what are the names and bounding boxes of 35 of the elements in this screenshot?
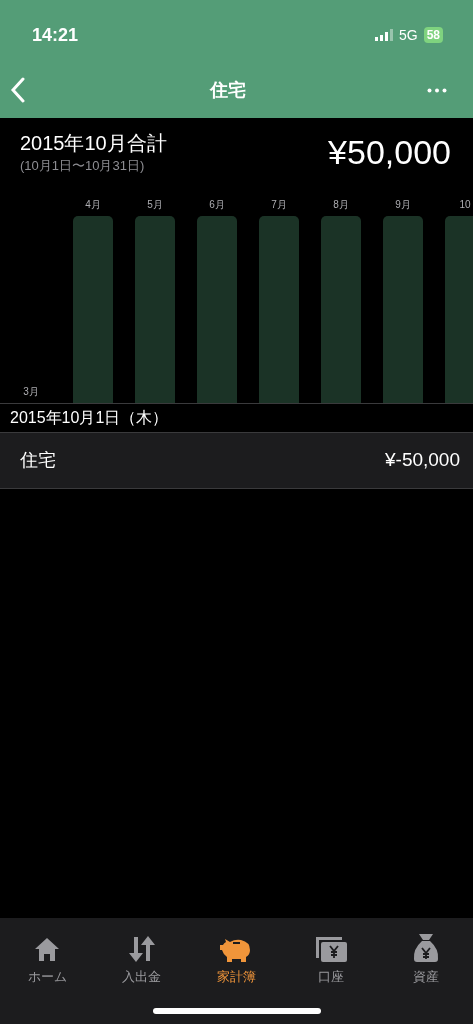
battery-indicator: 58	[423, 27, 443, 43]
month-bar[interactable]	[383, 216, 423, 403]
screen-title: 住宅	[209, 78, 246, 102]
tab-item[interactable]: 口座	[291, 926, 372, 986]
month-label: 3月	[23, 385, 39, 399]
more-icon	[427, 87, 447, 93]
entry-name: 住宅	[20, 449, 56, 472]
tab-item[interactable]: ホーム	[7, 926, 88, 986]
month-label: 7月	[271, 198, 287, 212]
month-bar[interactable]	[445, 216, 473, 403]
entry-row[interactable]: 住宅 ¥-50,000	[0, 432, 473, 489]
tab-item[interactable]: 入出金	[101, 926, 182, 986]
month-bar[interactable]	[197, 216, 237, 403]
signal-icon	[374, 29, 393, 41]
money-bag-icon	[411, 932, 440, 963]
month-bar[interactable]	[135, 216, 175, 403]
month-bar[interactable]	[321, 216, 361, 403]
month-bar[interactable]	[259, 216, 299, 403]
summary-total: ¥50,000	[328, 132, 451, 173]
month-label: 10	[459, 198, 471, 212]
network-label: 5G	[398, 25, 418, 45]
tab-item[interactable]: 家計簿	[196, 926, 277, 986]
entry-amount: ¥-50,000	[385, 448, 460, 473]
month-label: 6月	[209, 198, 225, 212]
month-bar[interactable]	[73, 216, 113, 403]
date-header: 2015年10月1日（木）	[9, 408, 170, 428]
status-time: 14:21	[32, 23, 79, 47]
summary-period: (10月1日〜10月31日)	[20, 157, 146, 175]
month-label: 8月	[333, 198, 349, 212]
month-label: 5月	[147, 198, 163, 212]
month-label: 9月	[395, 198, 411, 212]
tab-item[interactable]: 資産	[385, 926, 466, 986]
month-label: 4月	[85, 198, 101, 212]
summary-title: 2015年10月合計	[20, 131, 167, 156]
yen-card-icon	[314, 934, 349, 963]
